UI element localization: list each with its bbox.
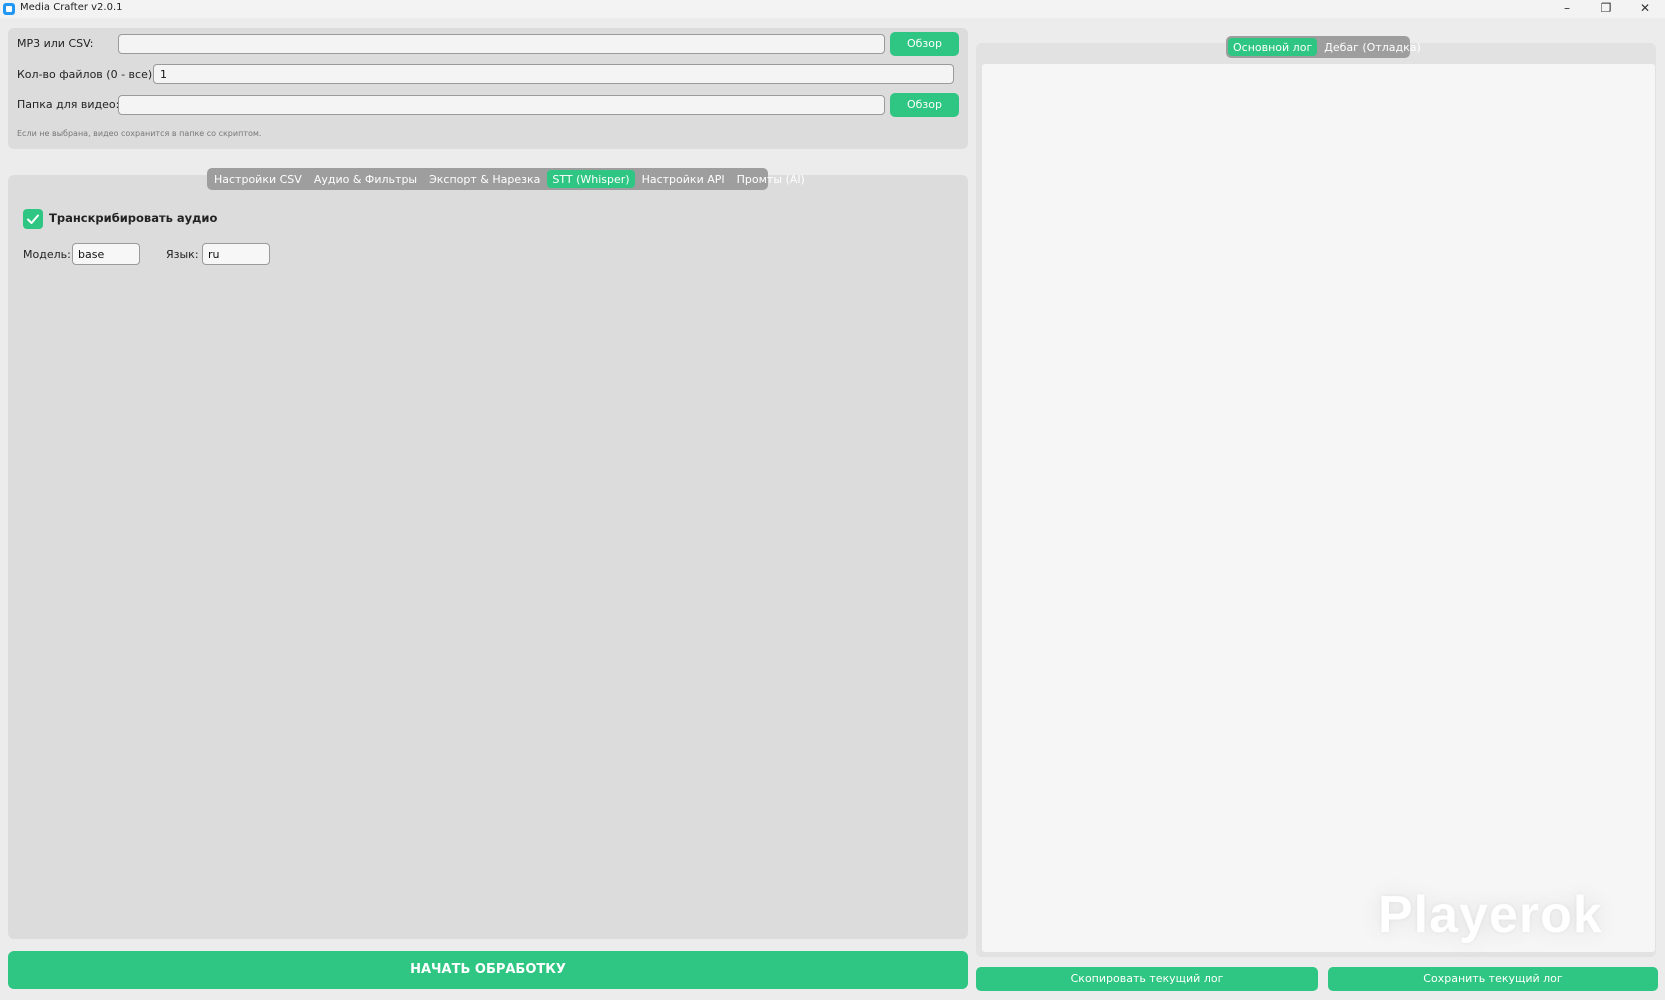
maximize-button[interactable]: ❐: [1587, 0, 1625, 18]
browse-folder-button[interactable]: Обзор: [890, 93, 959, 117]
model-input[interactable]: [72, 243, 140, 265]
language-input[interactable]: [202, 243, 270, 265]
settings-panel: [8, 175, 968, 939]
settings-tabbar: Настройки CSV Аудио & Фильтры Экспорт & …: [207, 168, 805, 190]
mp3-csv-input[interactable]: [118, 34, 885, 54]
tab-debug-log[interactable]: Дебаг (Отладка): [1319, 38, 1426, 56]
video-folder-input[interactable]: [118, 95, 885, 115]
browse-mp3-button[interactable]: Обзор: [890, 32, 959, 56]
watermark: Playerok: [1378, 886, 1603, 944]
model-label: Модель:: [23, 248, 71, 261]
language-label: Язык:: [166, 248, 199, 261]
window-title: Media Crafter v2.0.1: [20, 2, 123, 13]
tab-main-log[interactable]: Основной лог: [1228, 38, 1318, 56]
log-tabbar: Основной лог Дебаг (Отладка): [1226, 36, 1421, 58]
transcribe-label: Транскрибировать аудио: [49, 211, 218, 225]
tab-api-settings[interactable]: Настройки API: [637, 170, 730, 188]
save-log-button[interactable]: Сохранить текущий лог: [1328, 967, 1658, 991]
title-bar: Media Crafter v2.0.1 – ❐ ✕: [0, 0, 1665, 18]
mp3-csv-label: MP3 или CSV:: [17, 37, 94, 50]
minimize-button[interactable]: –: [1548, 0, 1586, 18]
video-folder-label: Папка для видео:: [17, 98, 120, 111]
tab-export-cutting[interactable]: Экспорт & Нарезка: [424, 170, 545, 188]
start-processing-button[interactable]: НАЧАТЬ ОБРАБОТКУ: [8, 951, 968, 989]
close-button[interactable]: ✕: [1626, 0, 1664, 18]
file-count-label: Кол-во файлов (0 - все):: [17, 68, 156, 81]
copy-log-button[interactable]: Скопировать текущий лог: [976, 967, 1318, 991]
tab-audio-filters[interactable]: Аудио & Фильтры: [309, 170, 422, 188]
tab-prompts-ai[interactable]: Промты (AI): [732, 170, 810, 188]
log-output[interactable]: [982, 64, 1655, 952]
app-icon: [3, 3, 15, 15]
tab-stt-whisper[interactable]: STT (Whisper): [547, 170, 635, 188]
file-count-input[interactable]: [153, 64, 954, 84]
transcribe-checkbox[interactable]: [23, 209, 43, 229]
check-icon: [27, 214, 39, 224]
folder-hint: Если не выбрана, видео сохранится в папк…: [17, 129, 262, 138]
tab-csv-settings[interactable]: Настройки CSV: [209, 170, 307, 188]
